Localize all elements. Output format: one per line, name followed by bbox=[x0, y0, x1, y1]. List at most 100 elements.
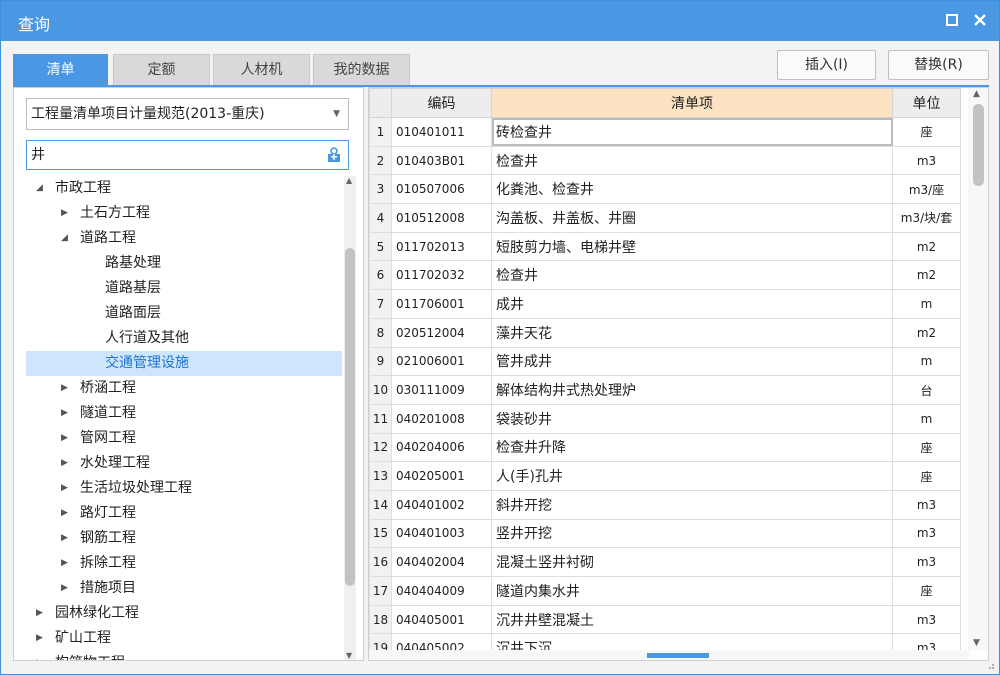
tree-item[interactable]: 人行道及其他 bbox=[26, 326, 342, 351]
cell-unit[interactable]: 台 bbox=[892, 375, 961, 405]
scroll-up-icon[interactable]: ▲ bbox=[346, 176, 352, 185]
tab-labor-material-machine[interactable]: 人材机 bbox=[213, 54, 310, 86]
cell-name[interactable]: 混凝土竖井衬砌 bbox=[491, 547, 893, 577]
cell-name[interactable]: 短肢剪力墙、电梯井壁 bbox=[491, 231, 893, 262]
table-row[interactable]: 9 021006001 管井成井 m bbox=[369, 346, 961, 377]
cell-name[interactable]: 竖井开挖 bbox=[491, 518, 893, 549]
cell-unit[interactable]: m bbox=[892, 289, 961, 319]
cell-unit[interactable]: m3 bbox=[892, 604, 961, 635]
cell-name[interactable]: 解体结构井式热处理炉 bbox=[491, 375, 893, 405]
tree-item[interactable]: ▶ 土石方工程 bbox=[26, 201, 342, 226]
table-row[interactable]: 2 010403B01 检查井 m3 bbox=[369, 145, 961, 176]
header-code[interactable]: 编码 bbox=[391, 88, 492, 118]
cell-code[interactable]: 010507006 bbox=[391, 174, 492, 205]
collapsed-arrow-icon[interactable]: ▶ bbox=[61, 501, 68, 526]
hscroll-thumb[interactable] bbox=[647, 653, 709, 658]
table-row[interactable]: 16 040402004 混凝土竖井衬砌 m3 bbox=[369, 547, 961, 577]
tree-scrollbar-thumb[interactable] bbox=[345, 248, 355, 586]
cell-code[interactable]: 040404009 bbox=[391, 576, 492, 606]
tree-item[interactable]: ▶ 构筑物工程 bbox=[26, 651, 342, 660]
expanded-arrow-icon[interactable]: ◢ bbox=[36, 176, 43, 201]
tree-item[interactable]: ▶ 矿山工程 bbox=[26, 626, 342, 651]
cell-unit[interactable]: 座 bbox=[892, 576, 961, 606]
cell-name[interactable]: 袋装砂井 bbox=[491, 403, 893, 434]
table-row[interactable]: 10 030111009 解体结构井式热处理炉台 bbox=[369, 375, 961, 405]
cell-code[interactable]: 020512004 bbox=[391, 317, 492, 348]
cell-code[interactable]: 010512008 bbox=[391, 203, 492, 233]
expanded-arrow-icon[interactable]: ◢ bbox=[61, 226, 68, 251]
cell-unit[interactable]: 座 bbox=[892, 117, 961, 147]
table-row[interactable]: 13 040205001 人(手)孔井座 bbox=[369, 461, 961, 491]
title-bar[interactable]: 查询 bbox=[1, 1, 999, 41]
cell-unit[interactable]: 座 bbox=[892, 432, 961, 463]
cell-unit[interactable]: m bbox=[892, 346, 961, 377]
cell-code[interactable]: 040402004 bbox=[391, 547, 492, 577]
table-row[interactable]: 17 040404009 隧道内集水井座 bbox=[369, 576, 961, 606]
cell-name[interactable]: 成井 bbox=[491, 289, 893, 319]
cell-code[interactable]: 011702032 bbox=[391, 260, 492, 291]
collapsed-arrow-icon[interactable]: ▶ bbox=[61, 526, 68, 551]
tab-my-data[interactable]: 我的数据 bbox=[313, 54, 410, 86]
filter-search-icon[interactable] bbox=[326, 147, 342, 163]
collapsed-arrow-icon[interactable]: ▶ bbox=[61, 426, 68, 451]
tree-item[interactable]: ▶ 拆除工程 bbox=[26, 551, 342, 576]
collapsed-arrow-icon[interactable]: ▶ bbox=[61, 401, 68, 426]
cell-unit[interactable]: m3/座 bbox=[892, 174, 961, 205]
cell-code[interactable]: 040204006 bbox=[391, 432, 492, 463]
cell-name[interactable]: 砖检查井 bbox=[491, 117, 893, 147]
table-row[interactable]: 3 010507006 化粪池、检查井 m3/座 bbox=[369, 174, 961, 205]
table-scrollbar[interactable]: ▲ ▼ bbox=[968, 88, 988, 650]
collapsed-arrow-icon[interactable]: ▶ bbox=[61, 576, 68, 601]
cell-code[interactable]: 040401002 bbox=[391, 489, 492, 520]
cell-name[interactable]: 检查井 bbox=[491, 145, 893, 176]
cell-unit[interactable]: m2 bbox=[892, 231, 961, 262]
table-scrollbar-thumb[interactable] bbox=[973, 104, 984, 186]
cell-code[interactable]: 021006001 bbox=[391, 346, 492, 377]
collapsed-arrow-icon[interactable]: ▶ bbox=[61, 201, 68, 226]
cell-code[interactable]: 010403B01 bbox=[391, 145, 492, 176]
insert-button[interactable]: 插入(I) bbox=[777, 50, 876, 80]
tab-bill[interactable]: 清单 bbox=[13, 54, 108, 86]
table-row[interactable]: 18 040405001 沉井井壁混凝土 m3 bbox=[369, 604, 961, 635]
tree-item[interactable]: 交通管理设施 bbox=[26, 351, 342, 376]
cell-name[interactable]: 隧道内集水井 bbox=[491, 576, 893, 606]
cell-name[interactable]: 管井成井 bbox=[491, 346, 893, 377]
table-row[interactable]: 4 010512008 沟盖板、井盖板、井圈 m3/块/套 bbox=[369, 203, 961, 233]
tree-item[interactable]: ▶ 管网工程 bbox=[26, 426, 342, 451]
table-row[interactable]: 11 040201008 袋装砂井 m bbox=[369, 403, 961, 434]
cell-name[interactable]: 检查井升降 bbox=[491, 432, 893, 463]
tree-item[interactable]: ▶ 桥涵工程 bbox=[26, 376, 342, 401]
tree-item[interactable]: ▶ 园林绿化工程 bbox=[26, 601, 342, 626]
spec-select[interactable]: 工程量清单项目计量规范(2013-重庆) ▼ bbox=[26, 98, 349, 130]
tab-quota[interactable]: 定额 bbox=[113, 54, 210, 86]
cell-unit[interactable]: m3 bbox=[892, 518, 961, 549]
cell-code[interactable]: 040205001 bbox=[391, 461, 492, 491]
collapsed-arrow-icon[interactable]: ▶ bbox=[36, 601, 43, 626]
cell-name[interactable]: 人(手)孔井 bbox=[491, 461, 893, 491]
collapsed-arrow-icon[interactable]: ▶ bbox=[61, 451, 68, 476]
cell-name[interactable]: 检查井 bbox=[491, 260, 893, 291]
cell-unit[interactable]: m3 bbox=[892, 145, 961, 176]
table-hscrollbar[interactable] bbox=[369, 650, 969, 660]
resize-grip-icon[interactable] bbox=[985, 660, 995, 670]
cell-code[interactable]: 011702013 bbox=[391, 231, 492, 262]
cell-code[interactable]: 010401011 bbox=[391, 117, 492, 147]
tree-item[interactable]: ▶ 生活垃圾处理工程 bbox=[26, 476, 342, 501]
cell-code[interactable]: 040405001 bbox=[391, 604, 492, 635]
cell-name[interactable]: 沉井井壁混凝土 bbox=[491, 604, 893, 635]
tree-item[interactable]: ▶ 路灯工程 bbox=[26, 501, 342, 526]
cell-unit[interactable]: m2 bbox=[892, 260, 961, 291]
tree-item[interactable]: ▶ 措施项目 bbox=[26, 576, 342, 601]
close-button[interactable] bbox=[970, 10, 990, 30]
collapsed-arrow-icon[interactable]: ▶ bbox=[61, 376, 68, 401]
collapsed-arrow-icon[interactable]: ▶ bbox=[36, 651, 43, 660]
cell-code[interactable]: 030111009 bbox=[391, 375, 492, 405]
header-unit[interactable]: 单位 bbox=[892, 88, 961, 118]
tree-item[interactable]: ▶ 钢筋工程 bbox=[26, 526, 342, 551]
collapsed-arrow-icon[interactable]: ▶ bbox=[61, 551, 68, 576]
tree-item[interactable]: ◢ 市政工程 bbox=[26, 176, 342, 201]
tree-item[interactable]: 道路面层 bbox=[26, 301, 342, 326]
header-name[interactable]: 清单项 bbox=[491, 88, 893, 118]
collapsed-arrow-icon[interactable]: ▶ bbox=[61, 476, 68, 501]
cell-unit[interactable]: m3/块/套 bbox=[892, 203, 961, 233]
